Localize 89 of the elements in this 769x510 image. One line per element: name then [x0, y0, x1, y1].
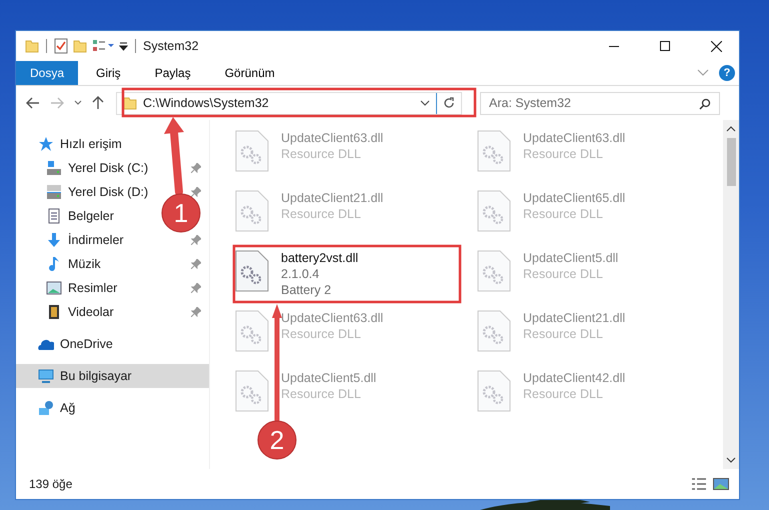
search-icon[interactable]	[699, 98, 711, 110]
music-icon	[46, 256, 62, 272]
gear-file-icon[interactable]	[477, 310, 511, 352]
file-name: UpdateClient42.dll	[523, 370, 626, 386]
computer-icon	[38, 368, 54, 384]
gear-file-icon[interactable]	[477, 250, 511, 292]
refresh-icon[interactable]	[443, 97, 455, 109]
sidebar-item[interactable]: Videolar	[16, 300, 118, 324]
gear-file-icon[interactable]	[235, 190, 269, 232]
chevron-down-icon[interactable]	[420, 100, 430, 106]
sidebar-item[interactable]: Yerel Disk (D:)	[16, 180, 152, 204]
pin-icon[interactable]	[191, 307, 201, 317]
pin-icon[interactable]	[191, 283, 201, 293]
pin-icon[interactable]	[191, 259, 201, 269]
folder-icon[interactable]	[73, 39, 87, 53]
gear-file-icon[interactable]	[235, 370, 269, 412]
file-name: UpdateClient63.dll	[523, 130, 626, 146]
sidebar-item[interactable]: OneDrive	[16, 332, 209, 356]
file-detail: Resource DLL	[281, 206, 362, 222]
pin-icon[interactable]	[191, 163, 201, 173]
download-icon	[46, 232, 62, 248]
star-icon	[38, 136, 54, 152]
gear-file-icon[interactable]	[477, 370, 511, 412]
file-name: UpdateClient63.dll	[281, 130, 384, 146]
file-detail: Resource DLL	[523, 266, 604, 282]
sidebar-item[interactable]: Ağ	[16, 396, 209, 420]
properties-icon[interactable]	[54, 38, 68, 54]
maximize-icon	[660, 41, 670, 51]
drive-icon	[46, 184, 62, 200]
pin-icon[interactable]	[191, 187, 201, 197]
file-name: UpdateClient21.dll	[523, 310, 626, 326]
video-icon	[46, 304, 62, 320]
step-badge: 2	[258, 420, 296, 460]
folder-icon[interactable]	[25, 39, 39, 53]
file-detail: Resource DLL	[281, 326, 362, 342]
pin-icon[interactable]	[191, 235, 201, 245]
sidebar-item[interactable]: İndirmeler	[16, 228, 128, 252]
file-name: UpdateClient21.dll	[281, 190, 384, 206]
gear-file-icon[interactable]	[235, 130, 269, 172]
details-view-icon[interactable]	[691, 477, 707, 491]
forward-arrow-icon[interactable]	[50, 97, 64, 109]
picture-icon	[46, 280, 62, 296]
ribbon-tab[interactable]: Giriş	[80, 61, 137, 85]
sidebar-item[interactable]: Belgeler	[16, 204, 118, 228]
sidebar-item[interactable]: Hızlı erişim	[16, 132, 209, 156]
file-detail: Resource DLL	[281, 386, 362, 402]
item-count: 139 öğe	[29, 477, 72, 491]
file-detail: Resource DLL	[523, 386, 604, 402]
window-title: System32	[143, 39, 199, 53]
file-detail: Resource DLL	[523, 146, 604, 162]
file-name: UpdateClient5.dll	[523, 250, 618, 266]
view-list-icon[interactable]	[92, 39, 114, 53]
scroll-up-icon[interactable]	[726, 126, 736, 132]
ribbon-tab[interactable]: Dosya	[16, 61, 78, 85]
back-arrow-icon[interactable]	[26, 97, 40, 109]
sidebar-item[interactable]: Resimler	[16, 276, 122, 300]
file-name: UpdateClient63.dll	[281, 310, 384, 326]
document-icon	[46, 208, 62, 224]
file-detail: Resource DLL	[523, 326, 604, 342]
file-name: UpdateClient5.dll	[281, 370, 376, 386]
large-icons-view-icon[interactable]	[713, 477, 729, 491]
drive-icon	[46, 160, 62, 176]
network-icon	[38, 400, 54, 416]
step-badge: 1	[162, 194, 200, 232]
gear-file-icon[interactable]	[477, 190, 511, 232]
gear-file-icon[interactable]	[235, 310, 269, 352]
up-arrow-icon[interactable]	[92, 96, 104, 110]
address-field[interactable]: C:\Windows\System32	[116, 92, 462, 114]
sidebar-item[interactable]: Müzik	[16, 252, 105, 276]
gear-file-icon[interactable]	[235, 250, 269, 292]
folder-icon	[123, 96, 137, 110]
close-icon	[710, 40, 722, 52]
scrollbar-thumb[interactable]	[726, 138, 736, 186]
ribbon-tab[interactable]: Paylaş	[138, 61, 207, 85]
file-detail: Resource DLL	[281, 146, 362, 162]
scroll-down-icon[interactable]	[726, 457, 736, 463]
dropdown-icon[interactable]	[119, 41, 128, 51]
ribbon-tab[interactable]: Görünüm	[208, 61, 291, 85]
chevron-down-icon[interactable]	[74, 100, 82, 106]
file-detail: Resource DLL	[523, 206, 604, 222]
sidebar-item[interactable]: Bu bilgisayar	[16, 364, 209, 388]
file-name: UpdateClient65.dll	[523, 190, 626, 206]
file-detail: Battery 2	[281, 282, 332, 298]
search-field[interactable]: Ara: System32	[480, 92, 720, 114]
gear-file-icon[interactable]	[477, 130, 511, 172]
help-button[interactable]: ?	[719, 65, 735, 81]
file-name: battery2vst.dll	[281, 250, 358, 266]
file-detail: 2.1.0.4	[281, 266, 320, 282]
sidebar-item[interactable]: Yerel Disk (C:)	[16, 156, 152, 180]
